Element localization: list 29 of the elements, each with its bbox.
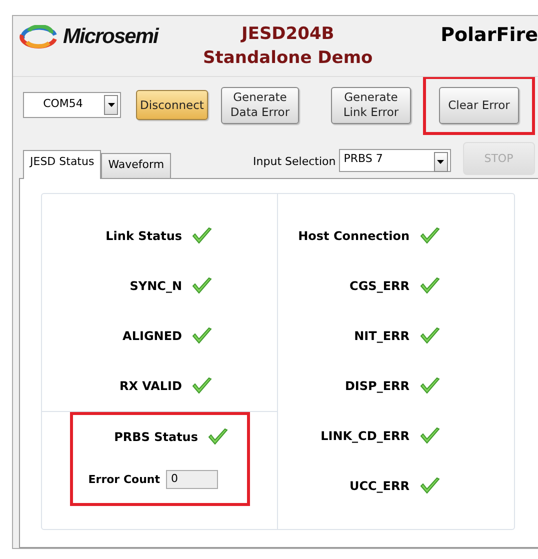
tab[interactable]: Waveform xyxy=(101,153,172,178)
status-label: ALIGNED xyxy=(122,329,182,343)
toolbar-button[interactable]: Generate Link Error xyxy=(331,86,411,124)
input-selection-dropdown[interactable]: PRBS 7 xyxy=(338,149,451,172)
app-subtitle: Standalone Demo xyxy=(203,48,373,68)
product-name: PolarFire xyxy=(440,24,538,46)
toolbar-button[interactable]: Generate Data Error xyxy=(221,86,299,124)
toolbar-button[interactable]: Disconnect xyxy=(136,90,208,120)
error-count-label: Error Count xyxy=(87,472,160,486)
status-label: Host Connection xyxy=(297,229,410,243)
toolbar-button[interactable]: Clear Error xyxy=(439,86,519,124)
tab[interactable]: JESD Status xyxy=(23,150,102,179)
status-label: NIT_ERR xyxy=(353,329,410,343)
status-label: SYNC_N xyxy=(128,279,182,293)
port-dropdown[interactable]: COM54 xyxy=(23,92,121,118)
status-label: RX VALID xyxy=(118,379,182,393)
status-label: UCC_ERR xyxy=(348,479,410,493)
status-label: CGS_ERR xyxy=(348,279,410,293)
caret-icon xyxy=(108,103,114,107)
caret-icon xyxy=(437,160,444,164)
input-selection-label: Input Selection xyxy=(253,155,336,168)
logo-icon xyxy=(19,25,59,49)
logo-text: Microsemi xyxy=(63,25,158,49)
status-label: Link Status xyxy=(104,229,182,243)
status-label: DISP_ERR xyxy=(344,379,410,393)
status-label: LINK_CD_ERR xyxy=(320,429,410,443)
status-label: PRBS Status xyxy=(113,430,198,444)
error-count-field: 0 xyxy=(166,470,218,488)
app-title: JESD204B xyxy=(242,24,334,44)
